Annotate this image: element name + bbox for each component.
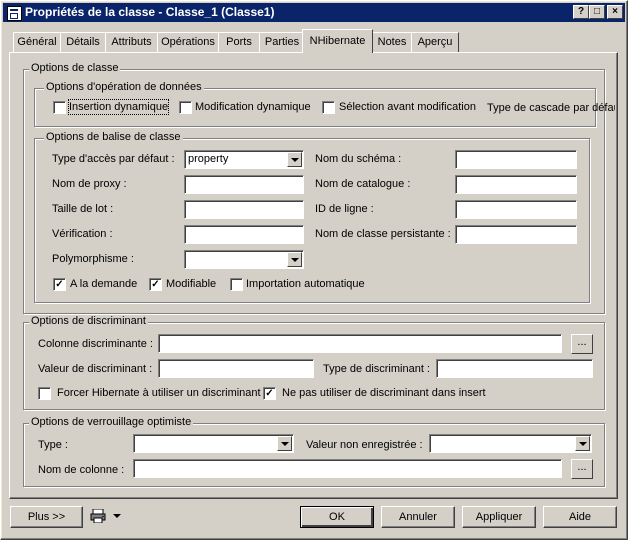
maximize-button[interactable]: □ [589,5,605,19]
select-before-update-label: Sélection avant modification [339,101,476,113]
close-button[interactable]: × [607,5,623,19]
help-title-button[interactable]: ? [573,5,589,19]
class-options-title: Options de classe [29,62,121,75]
tab-parties[interactable]: Parties [259,32,305,52]
cascade-type-label: Type de cascade par défau [487,102,615,114]
lock-column-browse-button[interactable]: ... [571,459,593,479]
discriminator-value-input[interactable] [158,359,314,378]
lazy-label: A la demande [70,278,138,290]
access-type-value: property [188,153,229,165]
unsaved-value-combo[interactable] [429,434,592,453]
tab-notes[interactable]: Notes [372,32,412,52]
mapping-options-title: Options de balise de classe [44,131,183,144]
discriminator-value-label: Valeur de discriminant : [38,363,153,375]
polymorphism-label: Polymorphisme : [52,253,134,265]
schema-name-input[interactable] [455,150,577,169]
tab-details[interactable]: Détails [60,32,106,52]
proxy-name-label: Nom de proxy : [52,178,127,190]
discriminator-column-label: Colonne discriminante : [38,338,153,350]
update-dynamic-checkbox[interactable] [179,101,192,114]
lock-type-label: Type : [38,439,68,451]
insert-dynamic-label: Insertion dynamique [67,99,170,115]
discriminator-column-browse-button[interactable]: ... [571,334,593,354]
more-button[interactable]: Plus >> [10,506,83,528]
catalog-name-input[interactable] [455,175,577,194]
access-type-label: Type d'accès par défaut : [52,153,175,165]
chevron-down-icon[interactable] [287,152,302,167]
row-id-label: ID de ligne : [315,203,374,215]
check-label: Vérification : [52,228,113,240]
discriminator-type-label: Type de discriminant : [323,363,430,375]
polymorphism-combo[interactable] [184,250,304,269]
lazy-checkbox[interactable]: ✓ [53,278,66,291]
ok-button[interactable]: OK [300,506,374,528]
update-dynamic-label: Modification dynamique [195,101,311,113]
select-before-update-checkbox[interactable] [322,101,335,114]
tab-ports[interactable]: Ports [218,32,260,52]
discriminator-title: Options de discriminant [29,315,148,328]
mutable-label: Modifiable [166,278,217,290]
tab-general[interactable]: Général [13,32,61,52]
check-input[interactable] [184,225,304,244]
force-discriminator-checkbox[interactable] [38,387,51,400]
mutable-checkbox[interactable]: ✓ [149,278,162,291]
class-properties-icon [7,6,22,21]
catalog-name-label: Nom de catalogue : [315,178,411,190]
persister-class-input[interactable] [455,225,577,244]
discriminator-type-input[interactable] [436,359,593,378]
no-insert-discriminator-checkbox[interactable]: ✓ [263,387,276,400]
auto-import-label: Importation automatique [246,278,365,290]
tab-nhibernate[interactable]: NHibernate [302,29,373,53]
lock-type-combo[interactable] [133,434,294,453]
unsaved-value-label: Valeur non enregistrée : [306,439,423,451]
no-insert-discriminator-label: Ne pas utiliser de discriminant dans ins… [282,387,486,399]
lock-column-label: Nom de colonne : [38,464,125,476]
batch-size-input[interactable] [184,200,304,219]
schema-name-label: Nom du schéma : [315,153,402,165]
row-id-input[interactable] [455,200,577,219]
title-bar[interactable]: Propriétés de la classe - Classe_1 (Clas… [3,3,625,22]
tab-attributs[interactable]: Attributs [105,32,158,52]
batch-size-label: Taille de lot : [52,203,114,215]
apply-button[interactable]: Appliquer [462,506,536,528]
chevron-down-icon[interactable] [277,436,292,451]
access-type-combo[interactable]: property [184,150,304,169]
data-ops-title: Options d'opération de données [44,81,204,94]
auto-import-checkbox[interactable] [230,278,243,291]
optimistic-locking-title: Options de verrouillage optimiste [29,416,194,429]
chevron-down-icon[interactable] [575,436,590,451]
cancel-button[interactable]: Annuler [381,506,455,528]
printer-icon[interactable] [90,508,106,524]
window-title: Propriétés de la classe - Classe_1 (Clas… [25,5,275,19]
insert-dynamic-checkbox[interactable] [53,101,66,114]
tab-operations[interactable]: Opérations [157,32,219,52]
print-dropdown-icon[interactable] [113,514,121,518]
chevron-down-icon[interactable] [287,252,302,267]
discriminator-column-input[interactable] [158,334,562,353]
lock-column-input[interactable] [133,459,562,478]
tab-apercu[interactable]: Aperçu [411,32,459,52]
persister-class-label: Nom de classe persistante : [315,228,451,240]
help-button[interactable]: Aide [543,506,617,528]
proxy-name-input[interactable] [184,175,304,194]
force-discriminator-label: Forcer Hibernate à utiliser un discrimin… [57,387,261,399]
